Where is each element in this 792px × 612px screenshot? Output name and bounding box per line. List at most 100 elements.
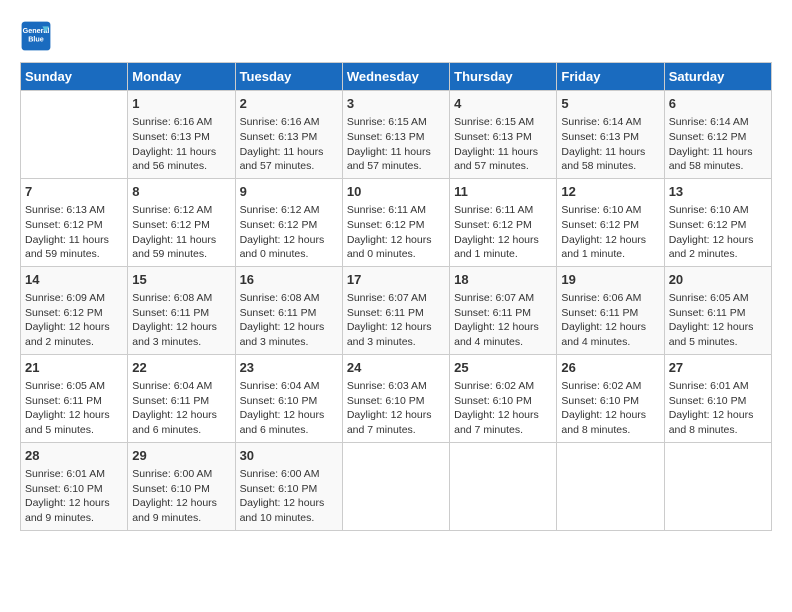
day-number: 5 xyxy=(561,95,659,113)
weekday-header: Thursday xyxy=(450,63,557,91)
day-number: 27 xyxy=(669,359,767,377)
calendar-cell: 21 Sunrise: 6:05 AMSunset: 6:11 PMDaylig… xyxy=(21,354,128,442)
day-number: 12 xyxy=(561,183,659,201)
day-info: Sunrise: 6:12 AMSunset: 6:12 PMDaylight:… xyxy=(132,203,230,262)
day-number: 23 xyxy=(240,359,338,377)
day-number: 3 xyxy=(347,95,445,113)
calendar-table: SundayMondayTuesdayWednesdayThursdayFrid… xyxy=(20,62,772,531)
weekday-header: Tuesday xyxy=(235,63,342,91)
calendar-cell: 1 Sunrise: 6:16 AMSunset: 6:13 PMDayligh… xyxy=(128,91,235,179)
weekday-header: Wednesday xyxy=(342,63,449,91)
calendar-cell: 18 Sunrise: 6:07 AMSunset: 6:11 PMDaylig… xyxy=(450,266,557,354)
day-info: Sunrise: 6:01 AMSunset: 6:10 PMDaylight:… xyxy=(669,379,767,438)
logo: General Blue xyxy=(20,20,56,52)
day-info: Sunrise: 6:15 AMSunset: 6:13 PMDaylight:… xyxy=(347,115,445,174)
day-number: 15 xyxy=(132,271,230,289)
calendar-cell: 9 Sunrise: 6:12 AMSunset: 6:12 PMDayligh… xyxy=(235,178,342,266)
day-info: Sunrise: 6:00 AMSunset: 6:10 PMDaylight:… xyxy=(240,467,338,526)
calendar-cell: 23 Sunrise: 6:04 AMSunset: 6:10 PMDaylig… xyxy=(235,354,342,442)
day-info: Sunrise: 6:00 AMSunset: 6:10 PMDaylight:… xyxy=(132,467,230,526)
day-info: Sunrise: 6:16 AMSunset: 6:13 PMDaylight:… xyxy=(240,115,338,174)
calendar-cell: 8 Sunrise: 6:12 AMSunset: 6:12 PMDayligh… xyxy=(128,178,235,266)
day-info: Sunrise: 6:10 AMSunset: 6:12 PMDaylight:… xyxy=(669,203,767,262)
calendar-cell: 4 Sunrise: 6:15 AMSunset: 6:13 PMDayligh… xyxy=(450,91,557,179)
day-number: 10 xyxy=(347,183,445,201)
calendar-cell: 10 Sunrise: 6:11 AMSunset: 6:12 PMDaylig… xyxy=(342,178,449,266)
calendar-cell: 16 Sunrise: 6:08 AMSunset: 6:11 PMDaylig… xyxy=(235,266,342,354)
day-number: 30 xyxy=(240,447,338,465)
day-number: 13 xyxy=(669,183,767,201)
day-info: Sunrise: 6:14 AMSunset: 6:13 PMDaylight:… xyxy=(561,115,659,174)
calendar-cell: 3 Sunrise: 6:15 AMSunset: 6:13 PMDayligh… xyxy=(342,91,449,179)
day-info: Sunrise: 6:16 AMSunset: 6:13 PMDaylight:… xyxy=(132,115,230,174)
calendar-cell: 29 Sunrise: 6:00 AMSunset: 6:10 PMDaylig… xyxy=(128,442,235,530)
weekday-header: Monday xyxy=(128,63,235,91)
calendar-header: SundayMondayTuesdayWednesdayThursdayFrid… xyxy=(21,63,772,91)
calendar-cell xyxy=(450,442,557,530)
calendar-cell: 30 Sunrise: 6:00 AMSunset: 6:10 PMDaylig… xyxy=(235,442,342,530)
day-number: 28 xyxy=(25,447,123,465)
day-info: Sunrise: 6:04 AMSunset: 6:10 PMDaylight:… xyxy=(240,379,338,438)
day-info: Sunrise: 6:07 AMSunset: 6:11 PMDaylight:… xyxy=(347,291,445,350)
calendar-cell: 15 Sunrise: 6:08 AMSunset: 6:11 PMDaylig… xyxy=(128,266,235,354)
weekday-header: Friday xyxy=(557,63,664,91)
day-info: Sunrise: 6:02 AMSunset: 6:10 PMDaylight:… xyxy=(561,379,659,438)
day-number: 8 xyxy=(132,183,230,201)
day-info: Sunrise: 6:14 AMSunset: 6:12 PMDaylight:… xyxy=(669,115,767,174)
calendar-cell: 7 Sunrise: 6:13 AMSunset: 6:12 PMDayligh… xyxy=(21,178,128,266)
calendar-cell: 6 Sunrise: 6:14 AMSunset: 6:12 PMDayligh… xyxy=(664,91,771,179)
calendar-cell xyxy=(342,442,449,530)
day-info: Sunrise: 6:08 AMSunset: 6:11 PMDaylight:… xyxy=(132,291,230,350)
day-info: Sunrise: 6:09 AMSunset: 6:12 PMDaylight:… xyxy=(25,291,123,350)
calendar-cell xyxy=(21,91,128,179)
day-info: Sunrise: 6:10 AMSunset: 6:12 PMDaylight:… xyxy=(561,203,659,262)
day-number: 19 xyxy=(561,271,659,289)
calendar-cell: 5 Sunrise: 6:14 AMSunset: 6:13 PMDayligh… xyxy=(557,91,664,179)
calendar-cell: 22 Sunrise: 6:04 AMSunset: 6:11 PMDaylig… xyxy=(128,354,235,442)
day-number: 11 xyxy=(454,183,552,201)
calendar-cell: 19 Sunrise: 6:06 AMSunset: 6:11 PMDaylig… xyxy=(557,266,664,354)
day-number: 4 xyxy=(454,95,552,113)
day-info: Sunrise: 6:15 AMSunset: 6:13 PMDaylight:… xyxy=(454,115,552,174)
day-number: 9 xyxy=(240,183,338,201)
calendar-cell: 25 Sunrise: 6:02 AMSunset: 6:10 PMDaylig… xyxy=(450,354,557,442)
calendar-cell xyxy=(557,442,664,530)
day-info: Sunrise: 6:05 AMSunset: 6:11 PMDaylight:… xyxy=(669,291,767,350)
page-header: General Blue xyxy=(20,20,772,52)
day-number: 14 xyxy=(25,271,123,289)
day-info: Sunrise: 6:11 AMSunset: 6:12 PMDaylight:… xyxy=(454,203,552,262)
day-number: 2 xyxy=(240,95,338,113)
calendar-cell: 13 Sunrise: 6:10 AMSunset: 6:12 PMDaylig… xyxy=(664,178,771,266)
day-info: Sunrise: 6:06 AMSunset: 6:11 PMDaylight:… xyxy=(561,291,659,350)
day-number: 29 xyxy=(132,447,230,465)
calendar-cell: 17 Sunrise: 6:07 AMSunset: 6:11 PMDaylig… xyxy=(342,266,449,354)
weekday-header: Saturday xyxy=(664,63,771,91)
day-number: 24 xyxy=(347,359,445,377)
day-info: Sunrise: 6:13 AMSunset: 6:12 PMDaylight:… xyxy=(25,203,123,262)
calendar-cell: 11 Sunrise: 6:11 AMSunset: 6:12 PMDaylig… xyxy=(450,178,557,266)
day-number: 7 xyxy=(25,183,123,201)
calendar-cell xyxy=(664,442,771,530)
svg-text:Blue: Blue xyxy=(28,35,44,44)
day-info: Sunrise: 6:08 AMSunset: 6:11 PMDaylight:… xyxy=(240,291,338,350)
day-info: Sunrise: 6:12 AMSunset: 6:12 PMDaylight:… xyxy=(240,203,338,262)
day-number: 6 xyxy=(669,95,767,113)
weekday-header: Sunday xyxy=(21,63,128,91)
day-info: Sunrise: 6:02 AMSunset: 6:10 PMDaylight:… xyxy=(454,379,552,438)
day-number: 25 xyxy=(454,359,552,377)
calendar-cell: 20 Sunrise: 6:05 AMSunset: 6:11 PMDaylig… xyxy=(664,266,771,354)
day-number: 1 xyxy=(132,95,230,113)
day-info: Sunrise: 6:04 AMSunset: 6:11 PMDaylight:… xyxy=(132,379,230,438)
day-number: 26 xyxy=(561,359,659,377)
calendar-cell: 14 Sunrise: 6:09 AMSunset: 6:12 PMDaylig… xyxy=(21,266,128,354)
calendar-cell: 27 Sunrise: 6:01 AMSunset: 6:10 PMDaylig… xyxy=(664,354,771,442)
day-info: Sunrise: 6:11 AMSunset: 6:12 PMDaylight:… xyxy=(347,203,445,262)
day-info: Sunrise: 6:03 AMSunset: 6:10 PMDaylight:… xyxy=(347,379,445,438)
day-number: 22 xyxy=(132,359,230,377)
day-info: Sunrise: 6:07 AMSunset: 6:11 PMDaylight:… xyxy=(454,291,552,350)
day-number: 18 xyxy=(454,271,552,289)
day-number: 20 xyxy=(669,271,767,289)
day-number: 16 xyxy=(240,271,338,289)
calendar-cell: 2 Sunrise: 6:16 AMSunset: 6:13 PMDayligh… xyxy=(235,91,342,179)
calendar-cell: 26 Sunrise: 6:02 AMSunset: 6:10 PMDaylig… xyxy=(557,354,664,442)
